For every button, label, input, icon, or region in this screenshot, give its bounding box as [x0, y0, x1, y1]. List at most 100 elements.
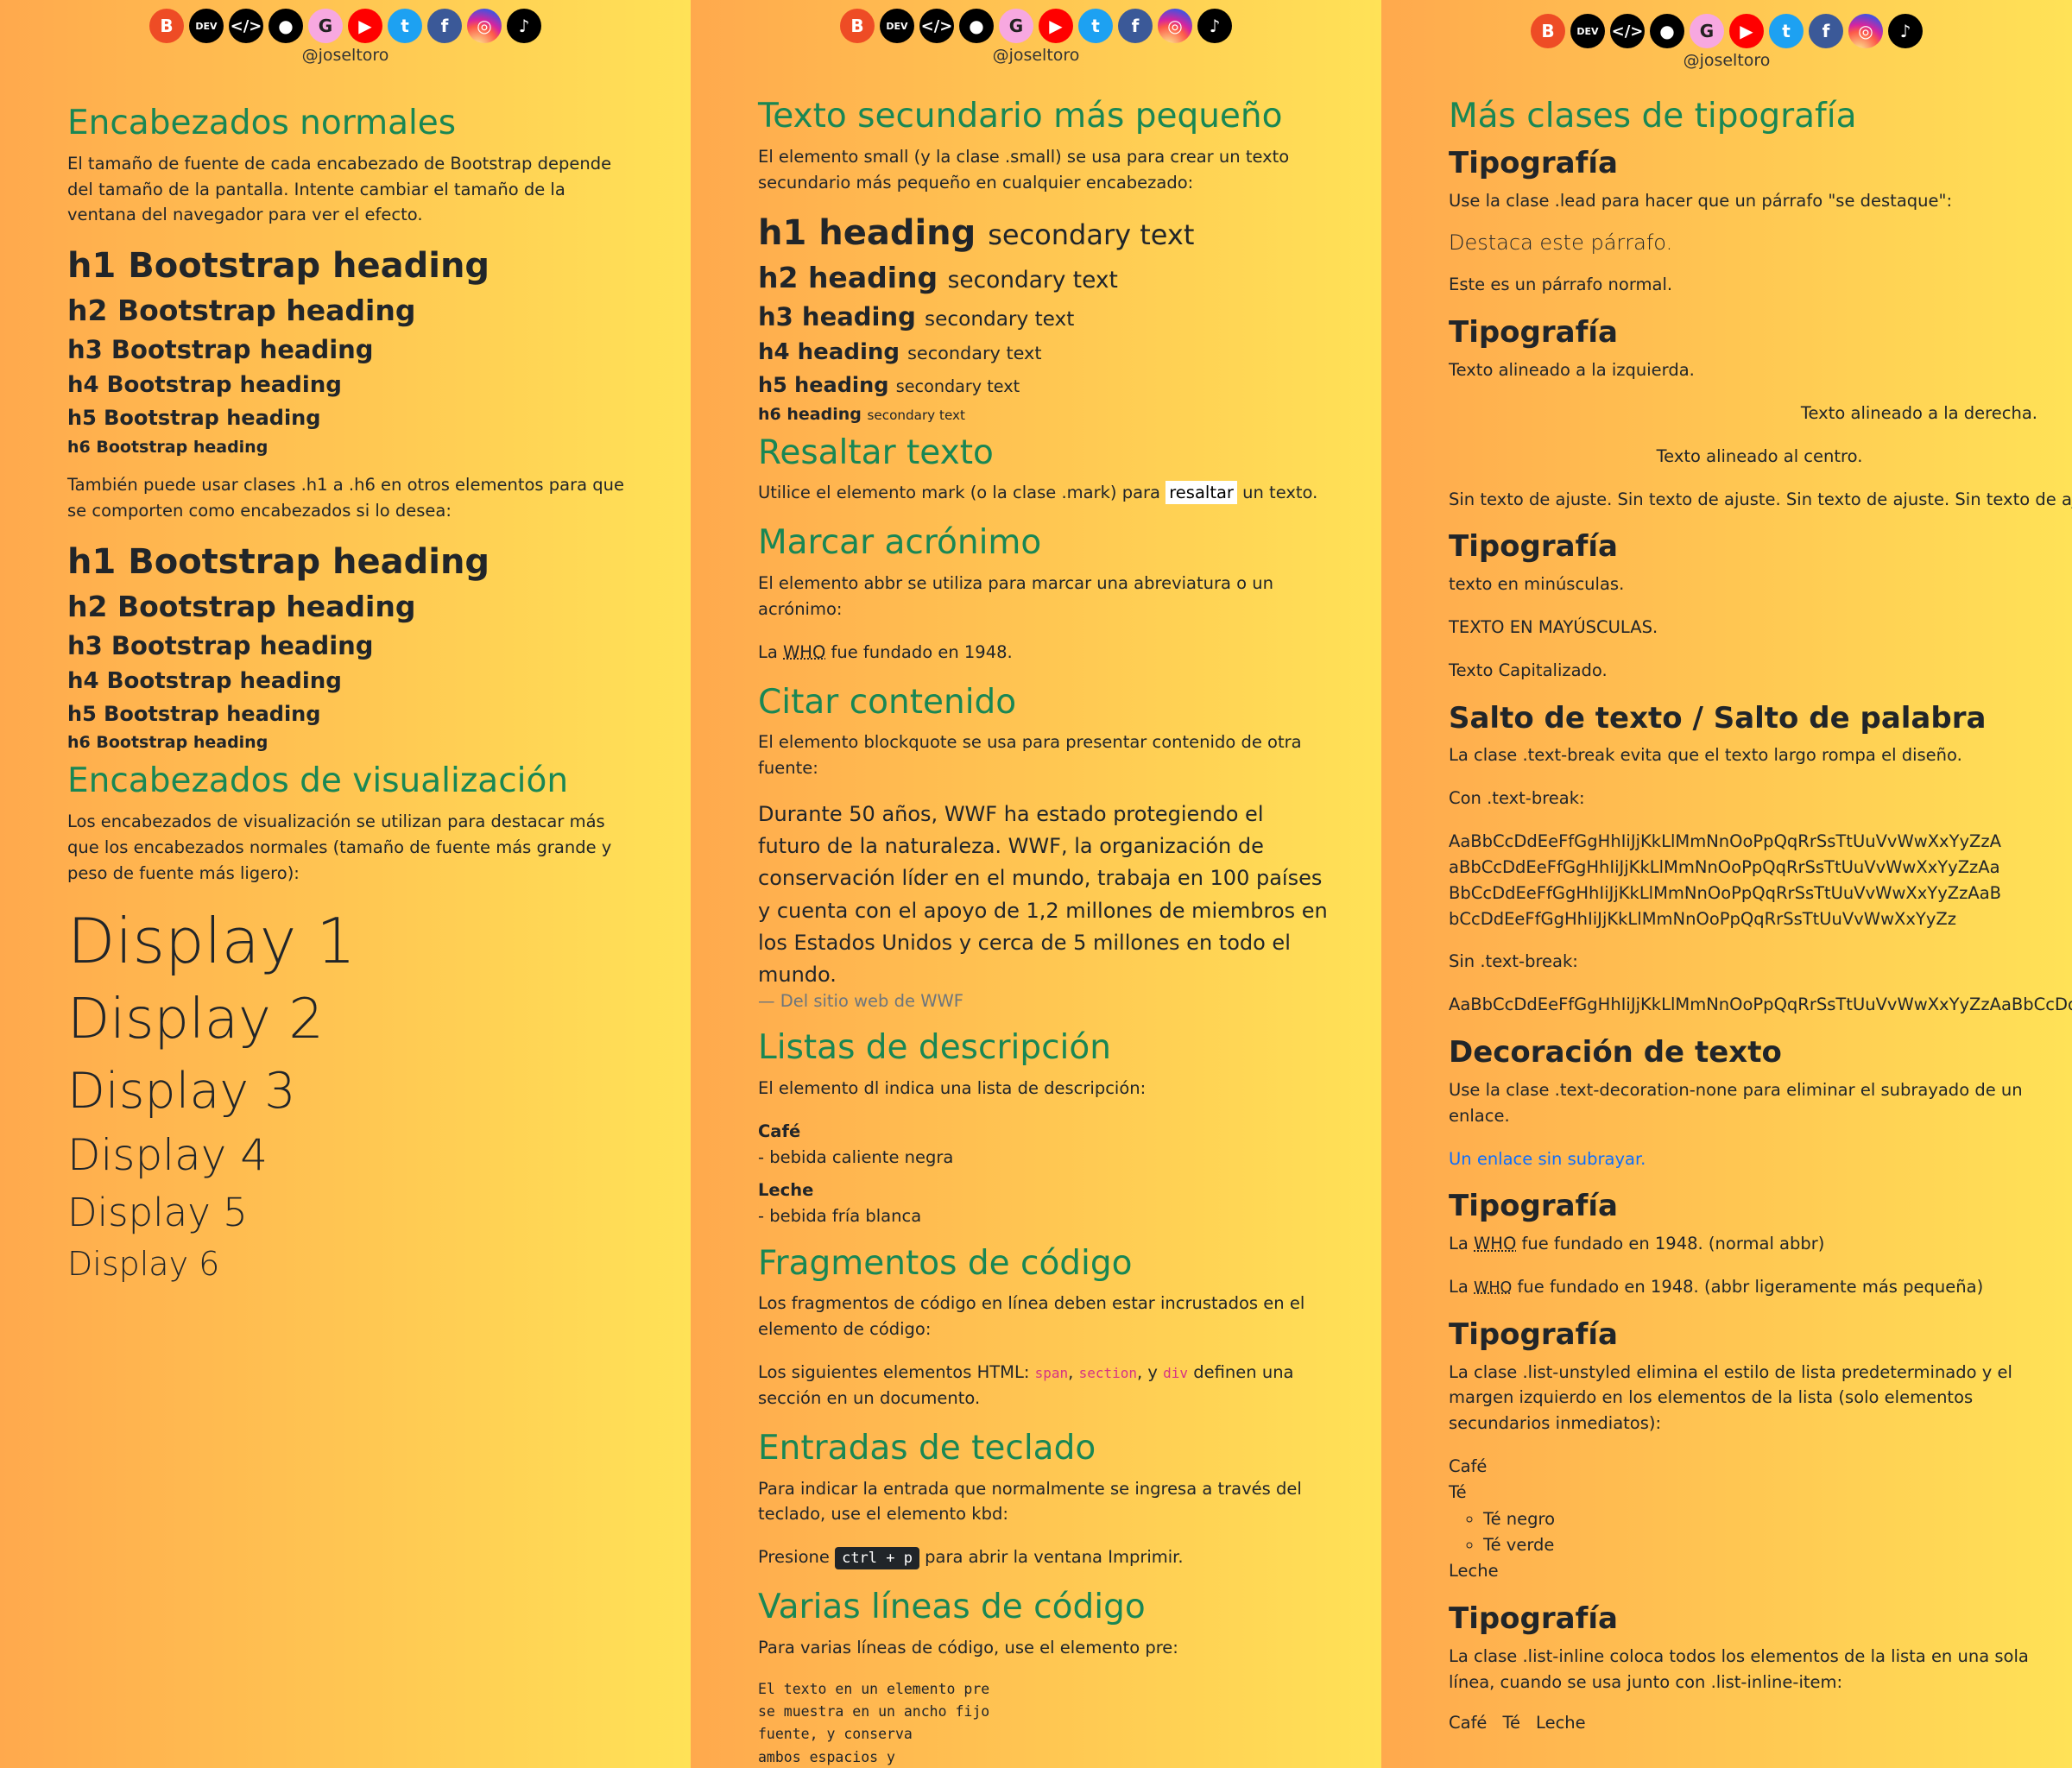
paragraph: La clase .list-unstyled elimina el estil… — [1449, 1361, 2012, 1434]
section-title-normal-headings: Encabezados normales — [67, 104, 457, 142]
dev-icon[interactable]: DEV — [880, 9, 914, 43]
tiktok-icon[interactable]: ♪ — [1197, 9, 1232, 43]
list-item: Té verde — [1483, 1532, 2070, 1558]
small-heading-h1: h1 heading secondary text — [758, 213, 1195, 254]
display-5: Display 5 — [67, 1190, 248, 1236]
paragraph: La clase .text-break evita que el texto … — [1449, 745, 1962, 766]
section-title-mark: Resaltar texto — [758, 433, 994, 472]
twitter-icon[interactable]: t — [1769, 14, 1804, 48]
github-icon[interactable]: ● — [268, 9, 303, 43]
content: Texto secundario más pequeño El elemento… — [758, 88, 1328, 1768]
section-title-abbr: Marcar acrónimo — [758, 523, 1042, 563]
tiktok-icon[interactable]: ♪ — [507, 9, 541, 43]
paragraph-abbr: La WHO fue fundado en 1948. (normal abbr… — [1449, 1234, 1825, 1254]
abbr-who[interactable]: WHO — [783, 642, 825, 662]
text-break-example: AaBbCcDdEeFfGgHhIiJjKkLlMmNnOoPpQqRrSsTt… — [1449, 831, 2002, 929]
small-heading-h3: h3 heading secondary text — [758, 302, 1075, 332]
subheading-typography: Tipografía — [1449, 1189, 1618, 1224]
abbr-who[interactable]: WHO — [1474, 1234, 1516, 1253]
youtube-icon[interactable]: ▶ — [1729, 14, 1764, 48]
google-icon[interactable]: G — [999, 9, 1033, 43]
content: Encabezados normales El tamaño de fuente… — [67, 95, 637, 1293]
youtube-icon[interactable]: ▶ — [348, 9, 382, 43]
paragraph: El elemento blockquote se usa para prese… — [758, 732, 1302, 779]
section-title-pre: Varias líneas de código — [758, 1588, 1146, 1626]
heading-h3: h3 Bootstrap heading — [67, 334, 374, 364]
heading-h4: h4 Bootstrap heading — [67, 371, 342, 398]
paragraph-code: Los siguientes elementos HTML: span, sec… — [758, 1362, 1294, 1408]
code-div: div — [1163, 1365, 1189, 1382]
paragraph: Use la clase .lead para hacer que un pár… — [1449, 190, 1953, 211]
google-icon[interactable]: G — [308, 9, 343, 43]
github-icon[interactable]: ● — [959, 9, 994, 43]
blogger-icon[interactable]: B — [149, 9, 184, 43]
dev-icon[interactable]: DEV — [189, 9, 224, 43]
google-icon[interactable]: G — [1690, 14, 1724, 48]
social-handle[interactable]: @joseltoro — [302, 46, 389, 65]
inline-list-item: Leche — [1536, 1712, 1586, 1733]
display-6: Display 6 — [67, 1245, 220, 1284]
code-section: section — [1078, 1365, 1138, 1382]
content: Más clases de tipografía Tipografía Use … — [1449, 88, 2072, 1733]
pre-block: El texto en un elemento pre se muestra e… — [758, 1680, 990, 1765]
inline-list-item: Té — [1502, 1712, 1521, 1733]
facebook-icon[interactable]: f — [1809, 14, 1843, 48]
paragraph-abbr: La WHO fue fundado en 1948. — [758, 641, 1013, 662]
panel-text-elements: B DEV </> ● G ▶ t f ◎ ♪ @joseltoro Texto secundar… — [691, 0, 1381, 1768]
section-title-description-lists: Listas de descripción — [758, 1028, 1111, 1068]
social-handle[interactable]: @joseltoro — [993, 46, 1080, 65]
text-nobreak-example: AaBbCcDdEeFfGgHhIiJjKkLlMmNnOoPpQqRrSsTt… — [1449, 994, 2072, 1015]
instagram-icon[interactable]: ◎ — [1848, 14, 1883, 48]
code-icon[interactable]: </> — [1610, 14, 1645, 48]
display-2: Display 2 — [67, 987, 324, 1051]
link-no-underline[interactable]: Un enlace sin subrayar. — [1449, 1149, 1646, 1169]
youtube-icon[interactable]: ▶ — [1039, 9, 1073, 43]
blogger-icon[interactable]: B — [840, 9, 875, 43]
heading-h1: h1 Bootstrap heading — [67, 246, 490, 287]
dl-definition: - bebida caliente negra — [758, 1146, 954, 1167]
blockquote-footer: — Del sitio web de WWF — [758, 991, 963, 1012]
class-h6: h6 Bootstrap heading — [67, 733, 268, 753]
panel-headings: B DEV </> ● G ▶ t f ◎ ♪ @joseltoro Encabezados no… — [0, 0, 691, 1768]
instagram-icon[interactable]: ◎ — [1158, 9, 1192, 43]
social-handle[interactable]: @joseltoro — [1684, 51, 1771, 70]
blogger-icon[interactable]: B — [1531, 14, 1565, 48]
text-uppercase: TEXTO EN MAYÚSCULAS. — [1449, 616, 1658, 637]
facebook-icon[interactable]: f — [427, 9, 462, 43]
paragraph: Los fragmentos de código en línea deben … — [758, 1293, 1305, 1340]
dev-icon[interactable]: DEV — [1570, 14, 1605, 48]
subheading-typography: Tipografía — [1449, 1317, 1618, 1352]
display-1: Display 1 — [67, 904, 357, 977]
paragraph-kbd: Presione ctrl + p para abrir la ventana … — [758, 1544, 1328, 1570]
dl-term: Café — [758, 1121, 801, 1141]
paragraph: Para varias líneas de código, use el ele… — [758, 1637, 1178, 1658]
facebook-icon[interactable]: f — [1118, 9, 1153, 43]
tiktok-icon[interactable]: ♪ — [1888, 14, 1923, 48]
section-title-small-text: Texto secundario más pequeño — [758, 97, 1283, 136]
class-h1: h1 Bootstrap heading — [67, 542, 490, 583]
list-item: Café — [1449, 1456, 1488, 1477]
class-h4: h4 Bootstrap heading — [67, 667, 342, 694]
blockquote: Durante 50 años, WWF ha estado protegien… — [758, 801, 1328, 987]
twitter-icon[interactable]: t — [1078, 9, 1113, 43]
paragraph: Los encabezados de visualización se util… — [67, 811, 612, 883]
paragraph-mark: Utilice el elemento mark (o la clase .ma… — [758, 481, 1318, 505]
paragraph: La clase .list-inline coloca todos los e… — [1449, 1645, 2029, 1692]
small-heading-h5: h5 heading secondary text — [758, 373, 1020, 398]
social-bar: B DEV </> ● G ▶ t f ◎ ♪ @joseltoro — [691, 9, 1381, 65]
section-title-display-headings: Encabezados de visualización — [67, 761, 569, 801]
paragraph: El elemento abbr se utiliza para marcar … — [758, 573, 1274, 619]
heading-h2: h2 Bootstrap heading — [67, 294, 416, 328]
dl-term: Leche — [758, 1180, 814, 1201]
code-icon[interactable]: </> — [919, 9, 954, 43]
list-item: Té negro — [1483, 1506, 2070, 1532]
abbr-who-small[interactable]: WHO — [1474, 1279, 1512, 1297]
github-icon[interactable]: ● — [1650, 14, 1684, 48]
subheading-text-decoration: Decoración de texto — [1449, 1035, 1782, 1070]
lead-paragraph: Destaca este párrafo. — [1449, 230, 1673, 256]
subheading-typography: Tipografía — [1449, 145, 1618, 180]
code-icon[interactable]: </> — [229, 9, 263, 43]
class-h3: h3 Bootstrap heading — [67, 630, 374, 660]
instagram-icon[interactable]: ◎ — [467, 9, 502, 43]
twitter-icon[interactable]: t — [388, 9, 422, 43]
